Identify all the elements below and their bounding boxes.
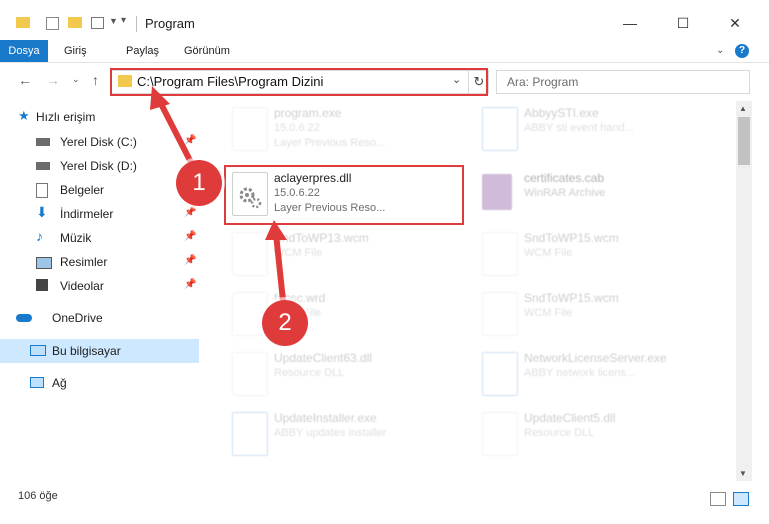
details-view-icon[interactable] xyxy=(710,492,726,506)
vertical-scrollbar[interactable]: ▲ ▼ xyxy=(736,101,752,481)
arrow-2-head xyxy=(265,220,287,240)
annotation-arrows xyxy=(150,86,287,311)
item-count: 106 öğe xyxy=(18,490,58,502)
scrollbar-thumb[interactable] xyxy=(738,117,750,165)
large-icons-view-icon[interactable] xyxy=(733,492,749,506)
scroll-up-icon[interactable]: ▲ xyxy=(739,104,747,113)
callout-badge-1: 1 xyxy=(176,160,222,206)
arrow-1-head xyxy=(150,86,170,110)
scroll-down-icon[interactable]: ▼ xyxy=(739,469,747,478)
status-bar: 106 öğe xyxy=(0,484,769,524)
arrow-2-shaft xyxy=(273,233,287,311)
callout-badge-2: 2 xyxy=(262,300,308,346)
